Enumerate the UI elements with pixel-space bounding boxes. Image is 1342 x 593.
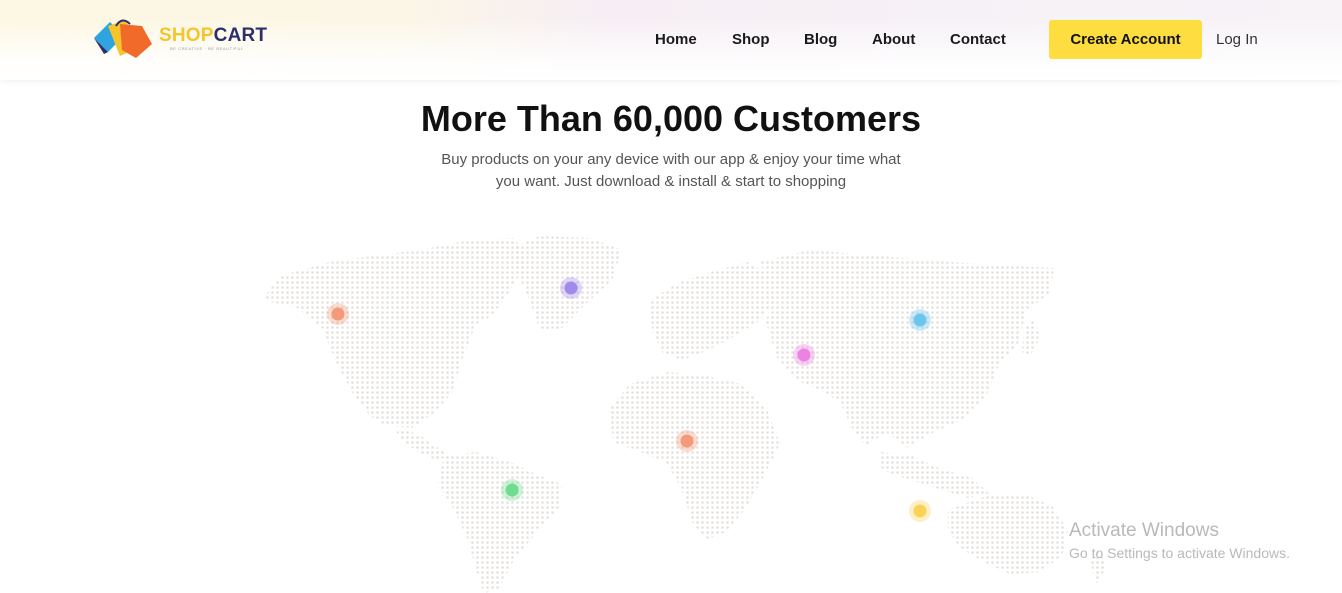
activate-windows-subtitle: Go to Settings to activate Windows. <box>1069 545 1290 561</box>
map-marker-indonesia[interactable] <box>909 500 931 522</box>
activate-windows-title: Activate Windows <box>1069 520 1219 541</box>
central-america-landmass <box>394 428 450 460</box>
africa-landmass <box>608 372 780 540</box>
north-america-landmass <box>262 238 528 428</box>
europe-landmass <box>650 262 776 360</box>
map-marker-russia[interactable] <box>909 309 931 331</box>
world-map <box>262 236 1106 593</box>
southeast-asia-landmass <box>880 452 990 498</box>
japan-landmass <box>1022 318 1040 356</box>
map-marker-africa[interactable] <box>676 430 698 452</box>
continents <box>262 236 1106 593</box>
map-marker-greenland[interactable] <box>560 277 582 299</box>
map-marker-north-america[interactable] <box>327 303 349 325</box>
map-marker-middle-east[interactable] <box>793 344 815 366</box>
map-marker-south-america[interactable] <box>501 479 523 501</box>
australia-landmass <box>948 494 1068 574</box>
south-america-landmass <box>438 452 562 593</box>
